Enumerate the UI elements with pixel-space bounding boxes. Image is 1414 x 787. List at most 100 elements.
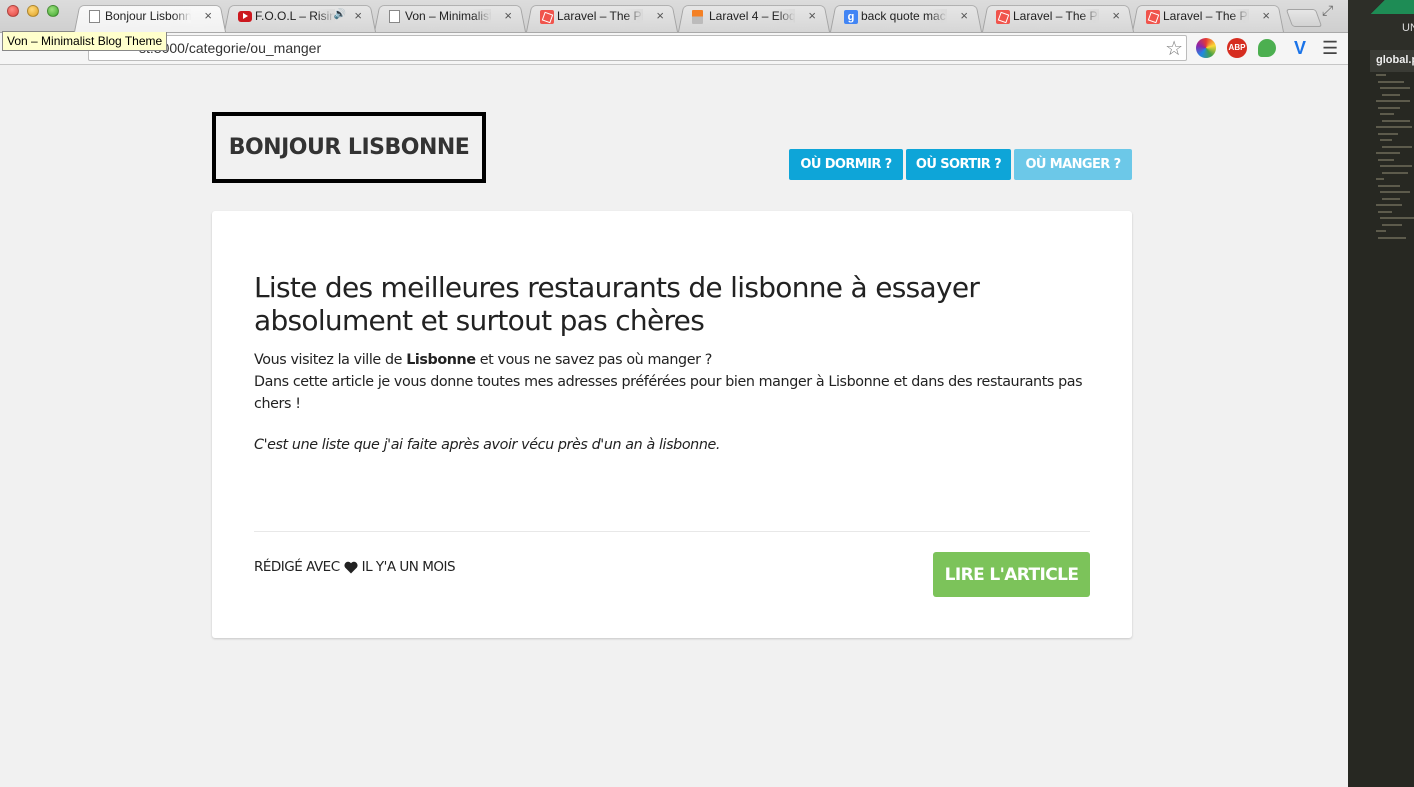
meta-time: IL Y'A UN MOIS: [361, 559, 456, 575]
browser-toolbar: st:8000/categorie/ou_manger ☆: [0, 33, 1348, 65]
menu-icon[interactable]: ☰: [1322, 38, 1338, 59]
minimap-line: [1382, 197, 1400, 200]
tab-title: Bonjour Lisbonne: [105, 9, 191, 23]
editor-title-label: UN: [1402, 22, 1414, 34]
meta-written: RÉDIGÉ AVEC: [254, 559, 340, 575]
intro-text: et vous ne savez pas où manger ?: [475, 352, 713, 368]
minimap-line: [1380, 217, 1414, 219]
stackoverflow-icon: [692, 10, 703, 24]
site-logo-text: BONJOUR LISBONNE: [228, 135, 470, 160]
minimap-line: [1378, 236, 1406, 239]
tab-tooltip: Von – Minimalist Blog Theme: [2, 31, 168, 51]
minimap-line: [1378, 210, 1392, 213]
close-tab-icon[interactable]: ×: [1262, 8, 1270, 23]
speaker-icon: 🔊: [333, 9, 346, 20]
laravel-icon: [996, 10, 1010, 24]
close-tab-icon[interactable]: ×: [656, 8, 664, 23]
close-window-button[interactable]: [7, 5, 19, 17]
minimap-line: [1380, 191, 1410, 193]
browser-window: Bonjour Lisbonne × F.O.O.L – Rising 🔊 × …: [0, 0, 1348, 787]
editor-file-tab[interactable]: global.p: [1370, 50, 1414, 72]
minimap-line: [1380, 87, 1410, 89]
tab-title: Laravel 4 – Eloque: [709, 9, 795, 23]
minimap-line: [1376, 126, 1412, 128]
heart-icon: [344, 561, 358, 573]
tab-laravel-2[interactable]: Laravel – The PHP ×: [982, 3, 1134, 33]
intro-city: Lisbonne: [406, 352, 476, 368]
article-card: Liste des meilleures restaurants de lisb…: [212, 211, 1132, 638]
minimap-line: [1376, 204, 1402, 206]
background-editor-window: UN global.p: [1348, 0, 1414, 787]
editor-titlebar: UN: [1348, 0, 1414, 50]
close-tab-icon[interactable]: ×: [504, 8, 512, 23]
color-picker-extension-icon[interactable]: [1196, 38, 1216, 58]
adblock-plus-icon[interactable]: ABP: [1227, 38, 1247, 58]
minimap-line: [1376, 100, 1410, 102]
close-tab-icon[interactable]: ×: [808, 8, 816, 23]
article-meta: RÉDIGÉ AVEC IL Y'A UN MOIS: [254, 559, 456, 575]
minimize-window-button[interactable]: [27, 5, 39, 17]
nav-ou-sortir-button[interactable]: OÙ SORTIR ?: [906, 149, 1011, 180]
tab-title: Laravel – The PHP F: [557, 9, 643, 23]
google-icon: g: [844, 10, 858, 24]
article-title[interactable]: Liste des meilleures restaurants de lisb…: [254, 271, 1074, 337]
zoom-window-button[interactable]: [47, 5, 59, 17]
article-intro: Vous visitez la ville de Lisbonne et vou…: [254, 349, 1090, 415]
minimap-line: [1376, 230, 1386, 232]
close-tab-icon[interactable]: ×: [354, 8, 362, 23]
document-icon: [389, 10, 400, 23]
minimap-line: [1378, 158, 1394, 161]
tab-title: Laravel – The PHP F: [1163, 9, 1249, 23]
article-note: C'est une liste que j'ai faite après avo…: [254, 437, 721, 453]
close-tab-icon[interactable]: ×: [960, 8, 968, 23]
tab-fool-rising[interactable]: F.O.O.L – Rising 🔊 ×: [224, 3, 376, 33]
youtube-icon: [238, 11, 252, 22]
tab-laravel-3[interactable]: Laravel – The PHP F ×: [1132, 3, 1284, 33]
tab-bonjour-lisbonne[interactable]: Bonjour Lisbonne ×: [74, 3, 226, 33]
read-article-button[interactable]: LIRE L'ARTICLE: [933, 552, 1090, 597]
minimap-line: [1378, 184, 1400, 187]
minimap-line: [1382, 171, 1408, 174]
close-tab-icon[interactable]: ×: [204, 8, 212, 23]
intro-text: Vous visitez la ville de: [254, 352, 407, 368]
address-bar[interactable]: st:8000/categorie/ou_manger ☆: [88, 35, 1187, 61]
minimap-line: [1380, 113, 1394, 115]
minimap-line: [1376, 178, 1384, 180]
minimap-line: [1380, 165, 1412, 167]
minimap-line: [1382, 119, 1410, 122]
tab-title: F.O.O.L – Rising: [255, 9, 335, 23]
close-tab-icon[interactable]: ×: [1112, 8, 1120, 23]
evernote-extension-icon[interactable]: [1258, 39, 1276, 57]
laravel-icon: [1146, 10, 1160, 24]
minimap-line: [1376, 152, 1400, 154]
web-page: BONJOUR LISBONNE OÙ DORMIR ? OÙ SORTIR ?…: [0, 66, 1348, 787]
v-extension-icon[interactable]: V: [1290, 38, 1310, 58]
tab-back-quote[interactable]: g back quote mac qu ×: [830, 3, 982, 33]
tab-title: Laravel – The PHP: [1013, 9, 1099, 23]
bookmark-star-icon[interactable]: ☆: [1165, 36, 1183, 61]
minimap-line: [1378, 80, 1404, 83]
tab-laravel-eloquent[interactable]: Laravel 4 – Eloque ×: [678, 3, 830, 33]
fullscreen-icon[interactable]: ⤢: [1322, 2, 1333, 19]
minimap-line: [1382, 145, 1412, 148]
intro-line-2: Dans cette article je vous donne toutes …: [254, 374, 1083, 412]
minimap-line: [1382, 223, 1402, 226]
minimap-line: [1382, 93, 1400, 96]
tab-title: back quote mac qu: [861, 9, 947, 23]
site-logo[interactable]: BONJOUR LISBONNE: [212, 112, 486, 183]
tab-von-minimalist[interactable]: Von – Minimalist B ×: [374, 3, 526, 33]
tab-strip: Bonjour Lisbonne × F.O.O.L – Rising 🔊 × …: [0, 0, 1348, 33]
minimap-line: [1378, 106, 1400, 109]
minimap-line: [1376, 74, 1386, 76]
nav-ou-manger-button[interactable]: OÙ MANGER ?: [1014, 149, 1132, 180]
tab-laravel-1[interactable]: Laravel – The PHP F ×: [526, 3, 678, 33]
editor-accent: [1366, 0, 1414, 14]
tab-title: Von – Minimalist B: [405, 9, 491, 23]
document-icon: [89, 10, 100, 23]
nav-ou-dormir-button[interactable]: OÙ DORMIR ?: [789, 149, 903, 180]
divider: [254, 531, 1090, 532]
minimap-line: [1380, 139, 1392, 141]
minimap-line: [1378, 132, 1398, 135]
laravel-icon: [540, 10, 554, 24]
new-tab-button[interactable]: [1285, 9, 1323, 27]
